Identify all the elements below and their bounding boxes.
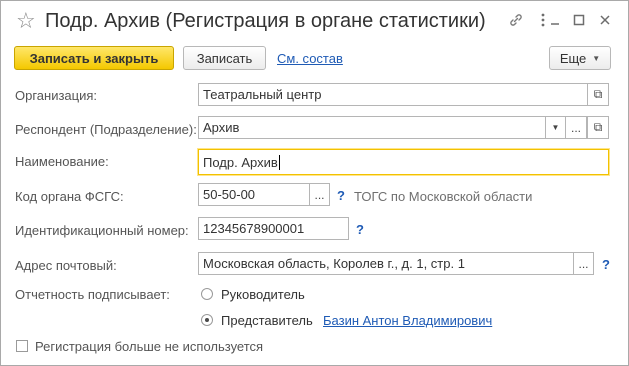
window-title: Подр. Архив (Регистрация в органе статис… xyxy=(45,10,486,32)
name-field-value: Подр. Архив xyxy=(203,154,278,170)
not-used-label: Регистрация больше не используется xyxy=(35,339,264,354)
more-button-label: Еще xyxy=(559,50,587,66)
dropdown-arrow-icon: ▼ xyxy=(592,53,601,63)
id-number-help-icon[interactable]: ? xyxy=(356,222,364,237)
fsgs-code-hint: ТОГС по Московской области xyxy=(354,189,533,204)
save-button[interactable]: Записать xyxy=(183,46,266,70)
organization-field[interactable]: Театральный центр xyxy=(198,83,588,106)
id-number-label: Идентификационный номер: xyxy=(15,223,189,238)
postal-address-field[interactable]: Московская область, Королев г., д. 1, ст… xyxy=(198,252,574,275)
fsgs-code-field[interactable]: 50-50-00 xyxy=(198,183,310,206)
respondent-dropdown-button[interactable]: ▼ xyxy=(545,116,566,139)
save-and-close-button[interactable]: Записать и закрыть xyxy=(14,46,174,70)
not-used-checkbox[interactable] xyxy=(16,340,28,352)
star-icon[interactable]: ☆ xyxy=(16,9,36,33)
text-cursor xyxy=(278,154,280,170)
more-button[interactable]: Еще ▼ xyxy=(549,46,611,70)
postal-address-help-icon[interactable]: ? xyxy=(602,257,610,272)
signer-option-representative: Представитель xyxy=(221,313,313,328)
name-field[interactable]: Подр. Архив xyxy=(198,149,609,175)
respondent-open-button[interactable]: ⧉ xyxy=(587,116,609,139)
open-icon: ⧉ xyxy=(593,87,603,101)
name-label: Наименование: xyxy=(15,154,109,169)
signer-label: Отчетность подписывает: xyxy=(15,287,170,302)
postal-address-label: Адрес почтовый: xyxy=(15,258,117,273)
organization-open-button[interactable]: ⧉ xyxy=(587,83,609,106)
fsgs-code-label: Код органа ФСГС: xyxy=(15,189,124,204)
ellipsis-icon: ... xyxy=(578,256,589,271)
link-icon[interactable] xyxy=(506,9,526,31)
respondent-label: Респондент (Подразделение): xyxy=(15,122,197,137)
fsgs-code-help-icon[interactable]: ? xyxy=(337,188,345,203)
close-icon[interactable] xyxy=(595,9,615,31)
dropdown-arrow-icon: ▼ xyxy=(551,123,560,132)
form-window: ☆ Подр. Архив (Регистрация в органе стат… xyxy=(0,0,629,366)
fsgs-code-select-button[interactable]: ... xyxy=(309,183,330,206)
signer-radio-head[interactable] xyxy=(201,288,213,300)
signer-option-head: Руководитель xyxy=(221,287,305,302)
representative-name-link[interactable]: Базин Антон Владимирович xyxy=(323,313,492,328)
organization-label: Организация: xyxy=(15,88,98,103)
id-number-field[interactable]: 12345678900001 xyxy=(198,217,349,240)
ellipsis-icon: ... xyxy=(314,187,325,202)
maximize-icon[interactable] xyxy=(569,9,589,31)
open-icon: ⧉ xyxy=(593,120,603,134)
view-contents-link[interactable]: См. состав xyxy=(277,51,343,66)
ellipsis-icon: ... xyxy=(570,120,581,135)
minimize-icon[interactable] xyxy=(545,9,565,31)
postal-address-select-button[interactable]: ... xyxy=(573,252,594,275)
respondent-select-button[interactable]: ... xyxy=(565,116,587,139)
signer-radio-representative[interactable] xyxy=(201,314,213,326)
respondent-field[interactable]: Архив xyxy=(198,116,546,139)
